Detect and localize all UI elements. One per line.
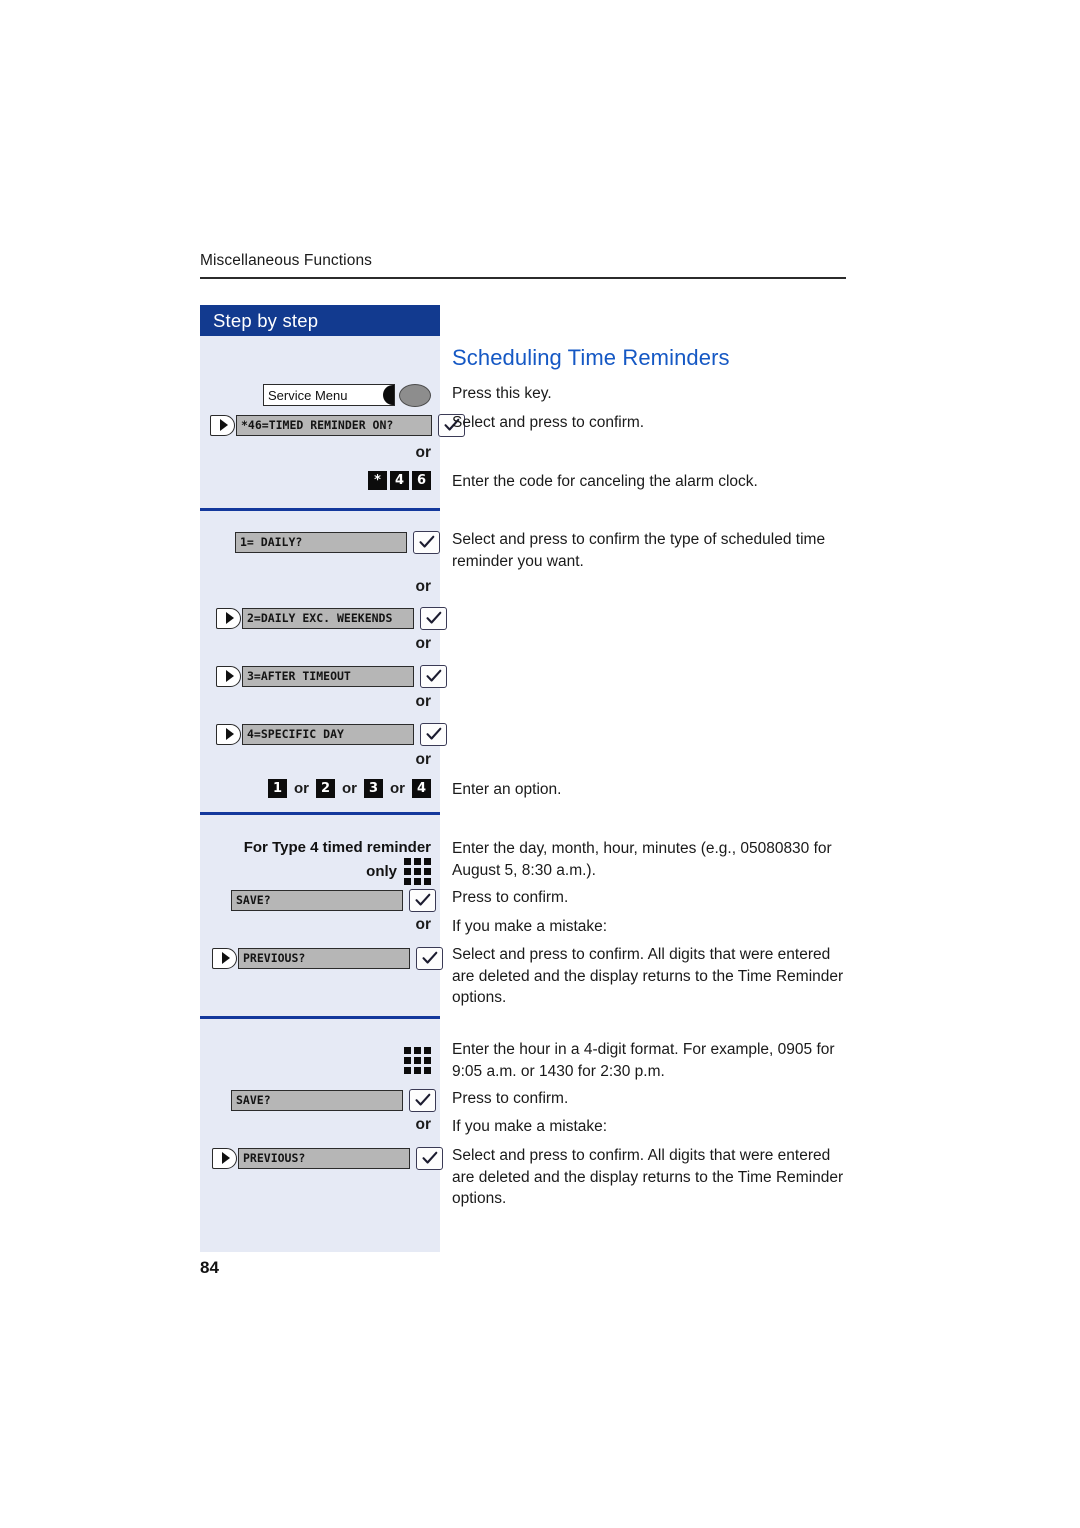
display-text-save: SAVE? [231, 889, 403, 911]
text-press-to-confirm-2: Press to confirm. [452, 1090, 569, 1107]
display-text-timed-reminder: *46=TIMED REMINDER ON? [236, 414, 432, 436]
display-text-daily-exc-weekends: 2=DAILY EXC. WEEKENDS [242, 607, 414, 629]
confirm-checkmark-icon[interactable] [409, 888, 436, 912]
scroll-right-arrow-icon[interactable] [212, 947, 237, 969]
key-4[interactable]: 4 [412, 779, 431, 798]
keypad-row-2 [404, 1047, 431, 1074]
service-menu-pointer-icon [383, 385, 394, 405]
lcd-row-save-1[interactable]: SAVE? [231, 888, 436, 912]
confirm-checkmark-icon[interactable] [416, 946, 443, 970]
text-enter-an-option: Enter an option. [452, 781, 562, 798]
confirm-checkmark-icon[interactable] [409, 1088, 436, 1112]
scroll-right-arrow-icon[interactable] [216, 723, 241, 745]
key-4[interactable]: 4 [390, 471, 409, 490]
page-title: Scheduling Time Reminders [452, 345, 730, 370]
display-text-daily: 1= DAILY? [235, 531, 407, 553]
confirm-checkmark-icon[interactable] [416, 1146, 443, 1170]
type4-note-line2: only [366, 862, 397, 880]
display-text-previous: PREVIOUS? [238, 1147, 410, 1169]
or-connector-5: or [415, 751, 432, 768]
keypad-icon[interactable] [404, 1047, 431, 1074]
or-connector-6a: or [294, 780, 309, 797]
lcd-row-previous-1[interactable]: PREVIOUS? [212, 946, 443, 970]
text-enter-day-month: Enter the day, month, hour, minutes (e.g… [452, 840, 832, 879]
key-6[interactable]: 6 [412, 471, 431, 490]
or-connector-4: or [415, 693, 432, 710]
scroll-right-arrow-icon[interactable] [212, 1147, 237, 1169]
confirm-checkmark-icon[interactable] [420, 664, 447, 688]
display-text-previous: PREVIOUS? [238, 947, 410, 969]
key-1[interactable]: 1 [268, 779, 287, 798]
scroll-right-arrow-icon[interactable] [210, 414, 235, 436]
or-connector-1: or [415, 444, 432, 461]
key-star[interactable]: * [368, 471, 387, 490]
display-text-specific-day: 4=SPECIFIC DAY [242, 723, 414, 745]
service-menu-knob-icon[interactable] [399, 383, 431, 407]
type4-note: For Type 4 timed reminder only [200, 838, 440, 885]
scroll-right-arrow-icon[interactable] [216, 665, 241, 687]
confirm-checkmark-icon[interactable] [420, 606, 447, 630]
lcd-row-specific-day[interactable]: 4=SPECIFIC DAY [216, 722, 447, 746]
lcd-row-after-timeout[interactable]: 3=AFTER TIMEOUT [216, 664, 447, 688]
code-keys-46[interactable]: * 4 6 [200, 471, 440, 490]
confirm-checkmark-icon[interactable] [413, 530, 440, 554]
or-connector-7: or [415, 916, 432, 933]
section-divider-3 [200, 1016, 440, 1019]
text-enter-hour: Enter the hour in a 4-digit format. For … [452, 1041, 835, 1080]
text-if-mistake-2: If you make a mistake: [452, 1118, 608, 1135]
or-connector-8: or [415, 1116, 432, 1133]
type4-note-line1: For Type 4 timed reminder [243, 839, 431, 856]
text-if-mistake-1: If you make a mistake: [452, 918, 608, 935]
keypad-note-2 [200, 1040, 440, 1074]
display-text-save: SAVE? [231, 1089, 403, 1111]
text-select-confirm: Select and press to confirm. [452, 414, 645, 431]
text-press-this-key: Press this key. [452, 385, 552, 402]
scroll-right-arrow-icon[interactable] [216, 607, 241, 629]
keypad-icon[interactable] [404, 858, 431, 885]
lcd-row-previous-2[interactable]: PREVIOUS? [212, 1146, 443, 1170]
running-header: Miscellaneous Functions [200, 252, 373, 269]
service-menu-key-row[interactable]: Service Menu [200, 383, 440, 407]
lcd-row-daily[interactable]: 1= DAILY? [235, 530, 440, 554]
lcd-row-timed-reminder[interactable]: *46=TIMED REMINDER ON? [210, 413, 465, 437]
service-menu-key-icon[interactable]: Service Menu [263, 384, 395, 406]
key-3[interactable]: 3 [364, 779, 383, 798]
section-divider-2 [200, 812, 440, 815]
text-select-confirm-type: Select and press to confirm the type of … [452, 531, 826, 570]
lcd-row-save-2[interactable]: SAVE? [231, 1088, 436, 1112]
option-keys-1234[interactable]: 1 or 2 or 3 or 4 [200, 779, 440, 798]
header-rule [200, 277, 846, 279]
or-connector-2: or [415, 578, 432, 595]
or-connector-3: or [415, 635, 432, 652]
sidebar-title: Step by step [200, 305, 440, 336]
display-text-after-timeout: 3=AFTER TIMEOUT [242, 665, 414, 687]
section-divider-1 [200, 508, 440, 511]
confirm-checkmark-icon[interactable] [420, 722, 447, 746]
or-connector-6b: or [342, 780, 357, 797]
manual-page: Miscellaneous Functions Step by step Ser… [0, 0, 1080, 1528]
service-menu-label: Service Menu [268, 387, 348, 403]
page-number: 84 [200, 1258, 219, 1277]
or-connector-6c: or [390, 780, 405, 797]
text-press-to-confirm-1: Press to confirm. [452, 889, 569, 906]
lcd-row-daily-exc-weekends[interactable]: 2=DAILY EXC. WEEKENDS [216, 606, 447, 630]
text-enter-cancel-code: Enter the code for canceling the alarm c… [452, 473, 758, 490]
type4-note-line2-row: only [366, 858, 431, 885]
text-delete-digits-2: Select and press to confirm. All digits … [452, 1147, 844, 1207]
text-delete-digits-1: Select and press to confirm. All digits … [452, 946, 844, 1006]
key-2[interactable]: 2 [316, 779, 335, 798]
